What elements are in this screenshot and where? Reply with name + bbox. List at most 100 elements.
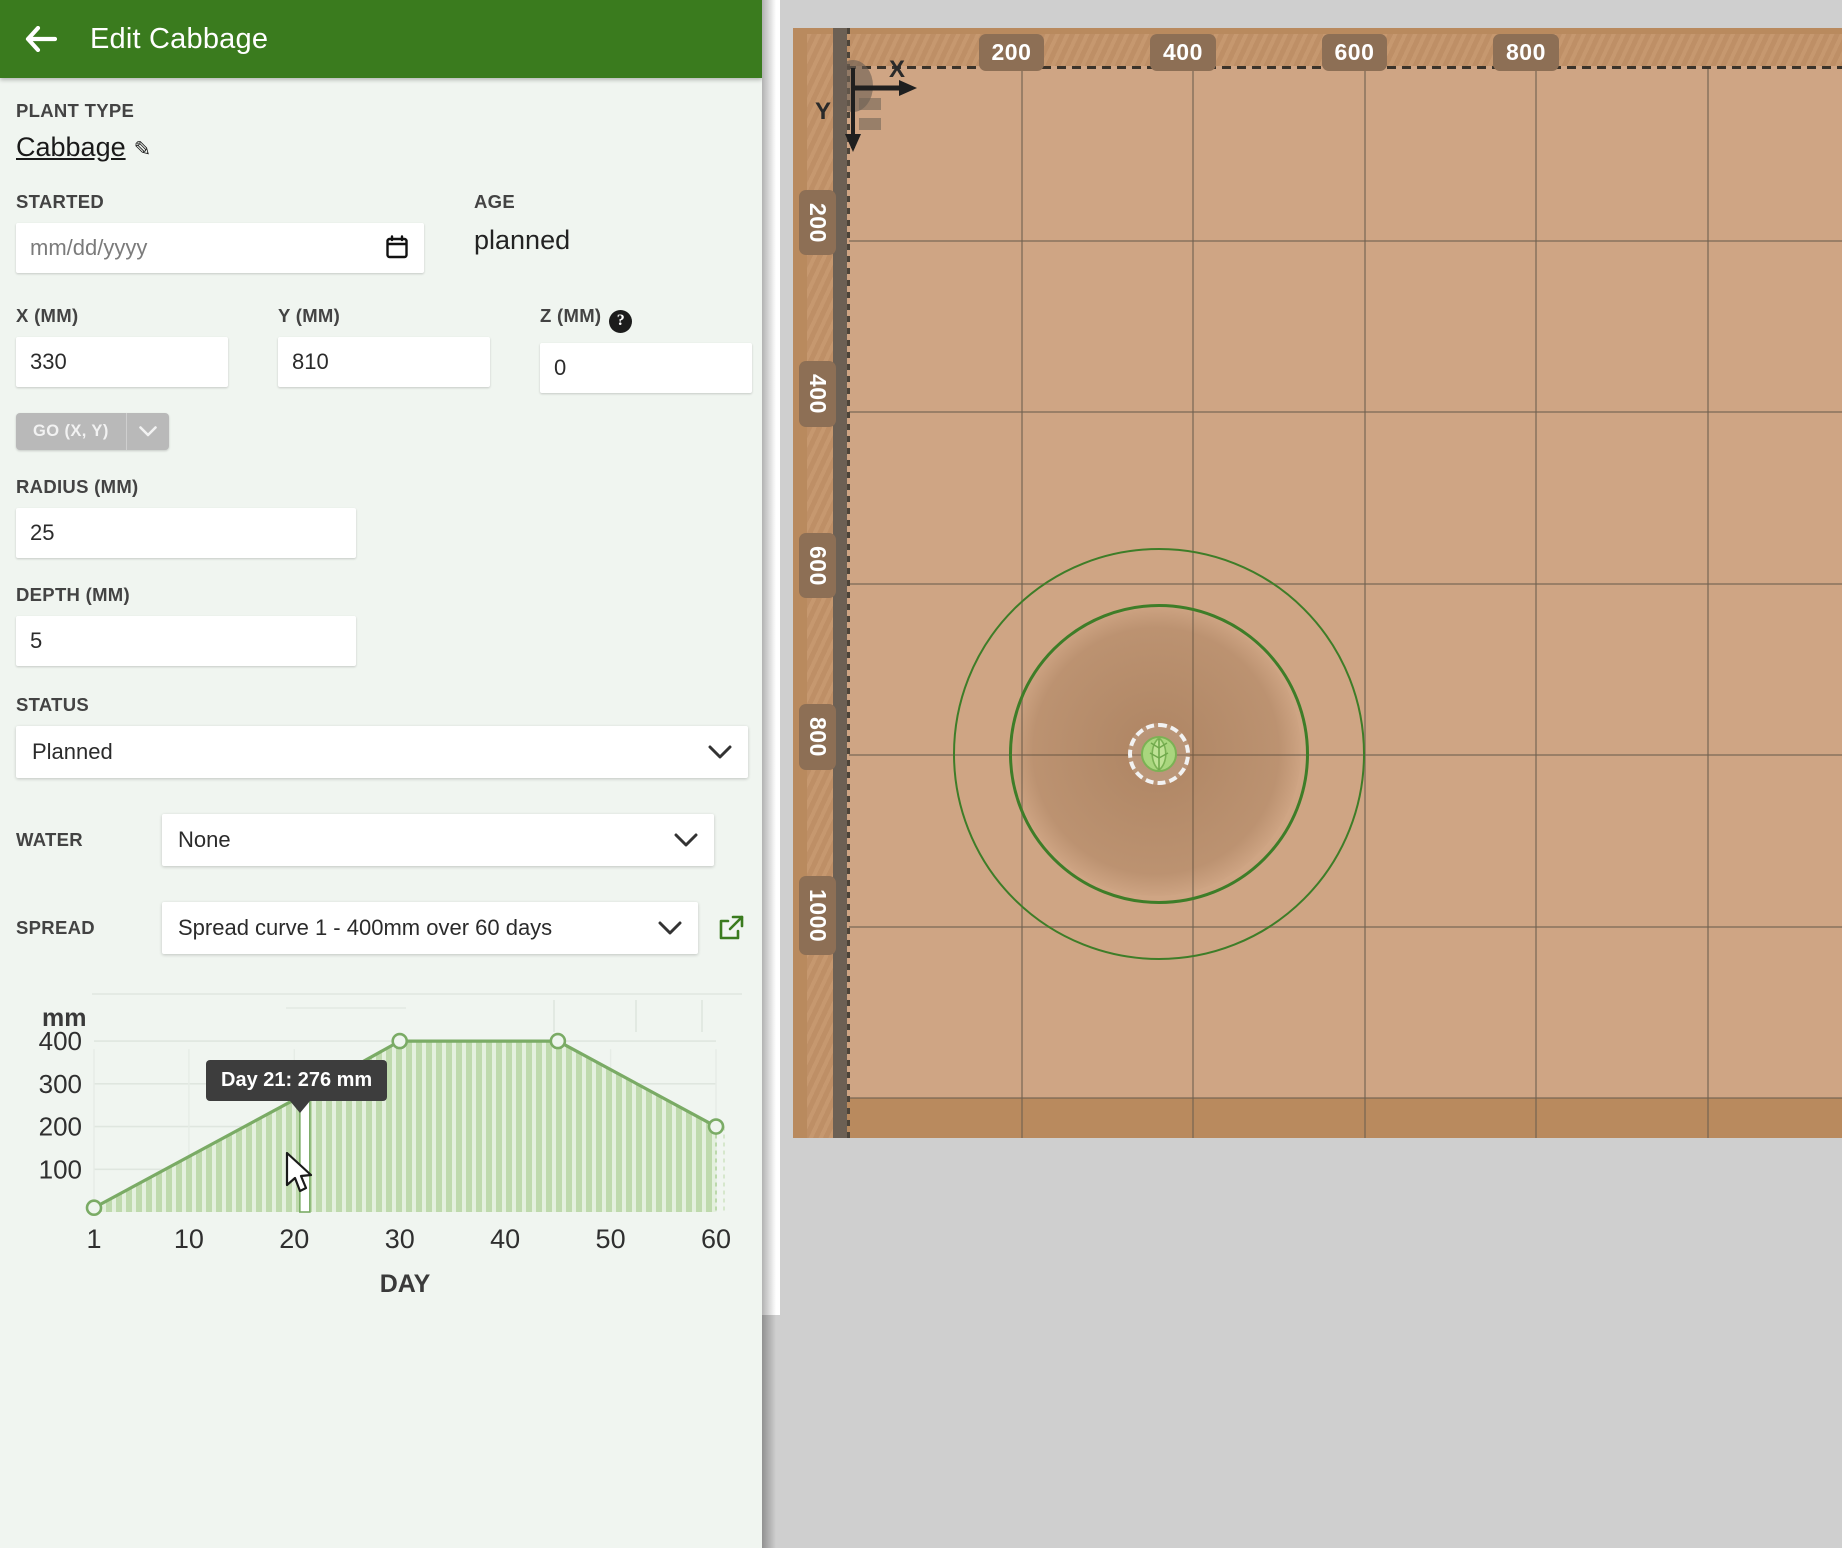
cabbage-plant-icon [1141,736,1177,772]
x-label: X (MM) [16,305,79,326]
radius-input[interactable] [16,507,356,558]
spread-curve-svg[interactable]: 1002003004001 10 20 30 40 50 60mmDAY [16,984,746,1294]
x-axis-title: DAY [380,1270,431,1294]
external-link-icon[interactable] [716,913,746,943]
chart-tooltip: Day 21: 276 mm [206,1060,388,1113]
chart-point [549,1032,567,1049]
water-label: WATER [16,828,83,850]
y-ruler-label: 600 [799,532,836,599]
grid-line-vertical [1535,68,1537,1138]
calendar-icon[interactable] [386,235,408,259]
status-select-value: Planned [32,738,113,764]
water-select-value: None [178,826,231,852]
started-date-input[interactable] [16,223,424,273]
panel-body: PLANT TYPE Cabbage ✎ STARTED mm/dd/yyyy … [0,78,762,1304]
x-tick-label: 50 [596,1224,626,1254]
x-ruler-label: 800 [1493,34,1559,71]
x-tick-label: 40 [490,1224,520,1254]
plant-marker[interactable] [1128,723,1190,785]
depth-group: DEPTH (MM) [16,584,746,666]
y-axis-letter: Y [815,98,832,125]
y-ruler-label: 1000 [799,875,836,955]
x-axis-letter: X [889,56,906,83]
spread-label: SPREAD [16,916,95,938]
water-select[interactable]: None [162,813,714,866]
age-group: AGE planned [474,191,570,273]
y-ruler-label: 800 [799,704,836,770]
z-label: Z (MM)? [540,305,752,333]
garden-bed[interactable]: X Y 200 400 600 800 200 400 600 800 1000 [793,28,1842,1138]
grid-line-horizontal [849,582,1842,585]
radius-label: RADIUS (MM) [16,475,139,497]
grid-line-horizontal [849,925,1842,928]
spread-select[interactable]: Spread curve 1 - 400mm over 60 days [162,901,698,954]
status-label: STATUS [16,693,90,715]
go-xy-button[interactable]: GO (X, Y) [16,413,126,450]
rail-dotted-edge [847,28,850,1138]
grid-line-horizontal [849,411,1842,413]
age-label: AGE [474,191,515,212]
y-ruler-label: 400 [799,361,836,427]
y-tick-label: 300 [39,1068,82,1098]
z-label-text: Z (MM) [540,305,602,326]
garden-map-region[interactable]: X Y 200 400 600 800 200 400 600 800 1000 [762,0,1842,1548]
spread-curve-chart: 100 200 300 400 1 10 20 30 40 50 60 mm DAY [16,984,746,1304]
chevron-down-icon [674,827,698,853]
plant-type-link[interactable]: Cabbage [16,132,126,162]
application-root: Edit Cabbage PLANT TYPE Cabbage ✎ STARTED [0,0,1842,1548]
axis-origin-icon [833,60,917,152]
x-group: X (MM) [16,305,228,393]
x-tick-label: 10 [174,1224,204,1254]
page-title: Edit Cabbage [90,22,269,55]
status-select[interactable]: Planned [16,725,748,778]
radius-group: RADIUS (MM) [16,476,746,558]
chart-point [85,1198,103,1216]
spread-group: SPREAD Spread curve 1 - 400mm over 60 da… [16,901,746,954]
status-group: STATUS Planned [16,693,748,778]
x-tick-label: 1 [86,1224,101,1254]
water-group: WATER None [16,813,746,866]
grid-line-vertical [1363,68,1366,1138]
plant-type-group: PLANT TYPE Cabbage ✎ [16,100,746,163]
x-ruler-label: 600 [1321,34,1388,71]
spread-select-value: Spread curve 1 - 400mm over 60 days [178,914,553,940]
panel-header: Edit Cabbage [0,0,762,78]
x-tick-label: 30 [385,1224,415,1254]
chart-point [391,1032,409,1049]
chart-point [707,1117,725,1135]
y-axis-title: mm [42,1004,86,1032]
y-label: Y (MM) [278,305,341,326]
plant-type-label: PLANT TYPE [16,100,135,121]
depth-input[interactable] [16,615,356,666]
z-input[interactable] [540,342,752,393]
age-value: planned [474,225,571,255]
chevron-down-icon [658,915,682,941]
grid-line-horizontal [849,1097,1842,1099]
coordinates-row: X (MM) Y (MM) Z (MM)? [16,305,752,393]
back-arrow-icon[interactable] [24,22,58,56]
started-label: STARTED [16,191,105,212]
y-group: Y (MM) [278,305,490,393]
y-tick-label: 200 [39,1111,82,1141]
x-input[interactable] [16,337,228,387]
started-group: STARTED [16,191,424,273]
edit-plant-panel: Edit Cabbage PLANT TYPE Cabbage ✎ STARTED [0,0,762,1548]
go-xy-button-group[interactable]: GO (X, Y) [16,412,169,450]
help-circle-icon[interactable]: ? [609,309,633,333]
z-group: Z (MM)? [540,305,752,393]
x-tick-label: 60 [701,1224,731,1254]
y-input[interactable] [278,337,490,387]
chevron-down-icon[interactable] [125,412,169,450]
x-tick-label: 20 [279,1224,309,1254]
pencil-icon[interactable]: ✎ [134,138,152,161]
chevron-down-icon [708,739,732,765]
depth-label: DEPTH (MM) [16,583,130,605]
plant-type-value-row: Cabbage ✎ [16,132,151,163]
mouse-cursor-icon [285,1151,315,1201]
grid-line-vertical [1706,68,1709,1138]
x-ruler-label: 200 [978,34,1045,71]
started-age-row: STARTED AGE planned [16,191,746,273]
panel-edge-shadow [762,0,776,1548]
started-date-wrapper [16,223,424,273]
y-ruler-label: 200 [799,189,836,256]
